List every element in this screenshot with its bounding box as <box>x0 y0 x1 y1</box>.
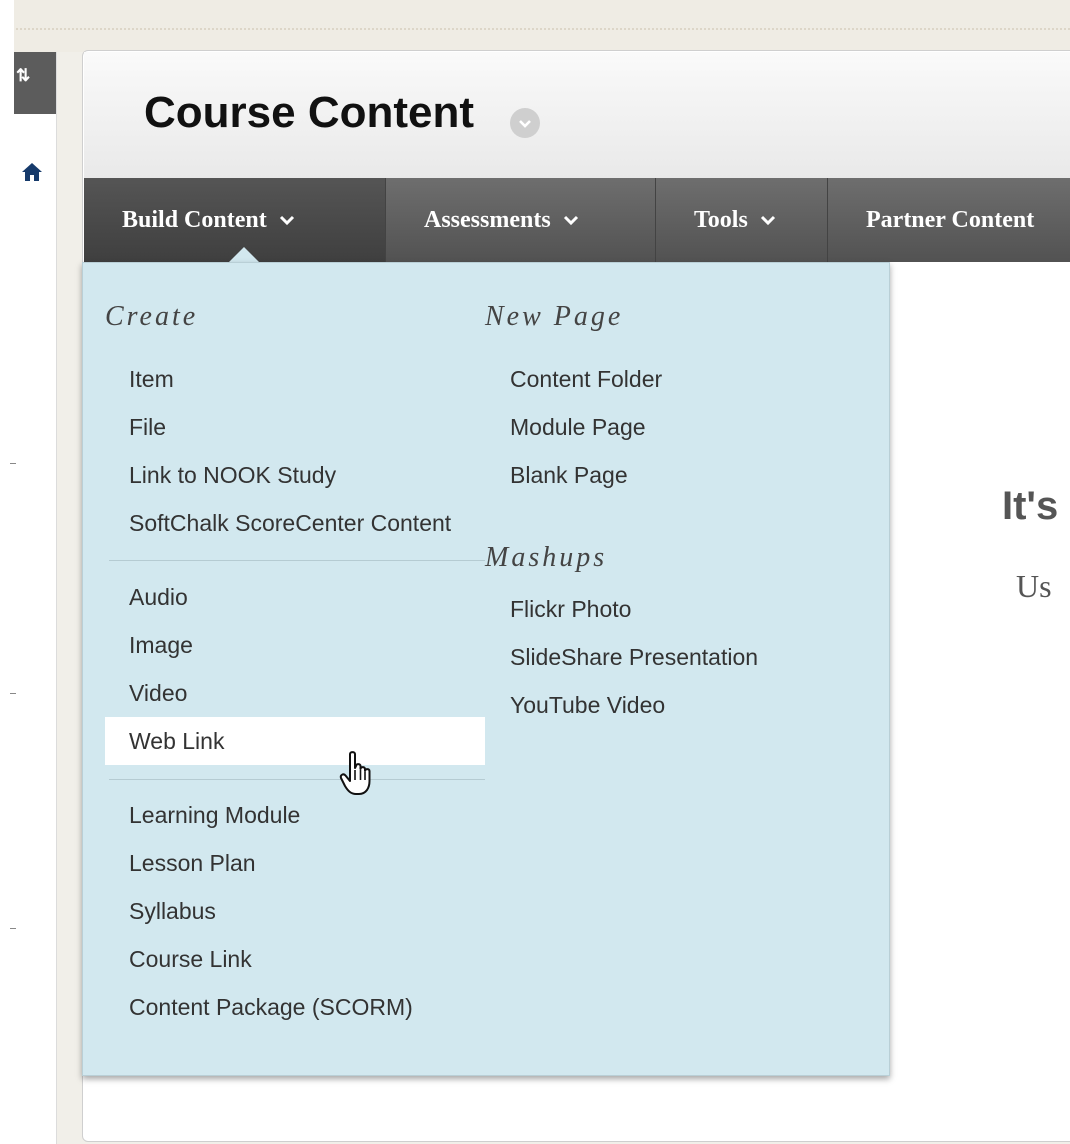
top-strip-border <box>0 28 1070 30</box>
page-title: Course Content <box>144 88 474 137</box>
menu-item-lesson-plan[interactable]: Lesson Plan <box>105 839 485 887</box>
chevron-down-icon <box>279 215 294 226</box>
menu-item-image[interactable]: Image <box>105 621 485 669</box>
section-title-mashups: Mashups <box>485 542 608 573</box>
menu-item-web-link[interactable]: Web Link <box>105 717 485 765</box>
menu-item-slideshare-presentation[interactable]: SlideShare Presentation <box>486 633 866 681</box>
nav-assessments[interactable]: Assessments <box>386 178 656 262</box>
menu-item-syllabus[interactable]: Syllabus <box>105 887 485 935</box>
rail-tick <box>10 693 16 694</box>
hand-cursor-icon <box>339 751 371 795</box>
rail-tick <box>10 463 16 464</box>
menu-item-module-page[interactable]: Module Page <box>486 403 866 451</box>
menu-item-blank-page[interactable]: Blank Page <box>486 451 866 499</box>
menu-item-course-link[interactable]: Course Link <box>105 935 485 983</box>
rail-tick <box>10 928 16 929</box>
empty-state-heading: It's <box>1002 484 1059 528</box>
left-gutter <box>0 0 14 1144</box>
nav-tools-label: Tools <box>694 206 748 233</box>
page-header: Course Content <box>84 52 1070 179</box>
sort-arrows-icon: ⇅ <box>16 66 31 85</box>
menu-item-file[interactable]: File <box>105 403 485 451</box>
section-title-new-page: New Page <box>485 301 624 332</box>
menu-item-youtube-video[interactable]: YouTube Video <box>486 681 866 729</box>
home-icon[interactable] <box>20 160 44 184</box>
chevron-down-icon <box>519 120 531 128</box>
nav-assessments-label: Assessments <box>424 206 551 233</box>
menu-item-softchalk-scorecenter[interactable]: SoftChalk ScoreCenter Content <box>105 499 485 547</box>
menu-separator <box>109 560 485 561</box>
nav-tools[interactable]: Tools <box>656 178 828 262</box>
menu-separator <box>109 779 485 780</box>
chevron-down-icon <box>563 215 578 226</box>
build-content-menu: Create Item File Link to NOOK Study Soft… <box>82 262 890 1076</box>
menu-item-link-to-nook-study[interactable]: Link to NOOK Study <box>105 451 485 499</box>
menu-item-audio[interactable]: Audio <box>105 573 485 621</box>
empty-state-text: Us <box>1016 568 1052 604</box>
section-title-create: Create <box>105 301 199 332</box>
menu-item-flickr-photo[interactable]: Flickr Photo <box>486 585 866 633</box>
chevron-down-icon <box>760 215 775 226</box>
nav-partner-content[interactable]: Partner Content <box>828 178 1070 262</box>
menu-item-video[interactable]: Video <box>105 669 485 717</box>
sort-button[interactable]: ⇅ <box>14 52 56 114</box>
dropdown-pointer <box>228 247 260 263</box>
menu-item-learning-module[interactable]: Learning Module <box>105 791 485 839</box>
nav-build-content-label: Build Content <box>122 206 267 233</box>
menu-item-content-package-scorm[interactable]: Content Package (SCORM) <box>105 983 485 1031</box>
nav-partner-content-label: Partner Content <box>866 206 1035 233</box>
left-rail <box>14 52 57 1144</box>
title-options-button[interactable] <box>510 108 540 138</box>
menu-item-item[interactable]: Item <box>105 355 485 403</box>
menu-item-content-folder[interactable]: Content Folder <box>486 355 866 403</box>
top-strip <box>0 0 1070 52</box>
